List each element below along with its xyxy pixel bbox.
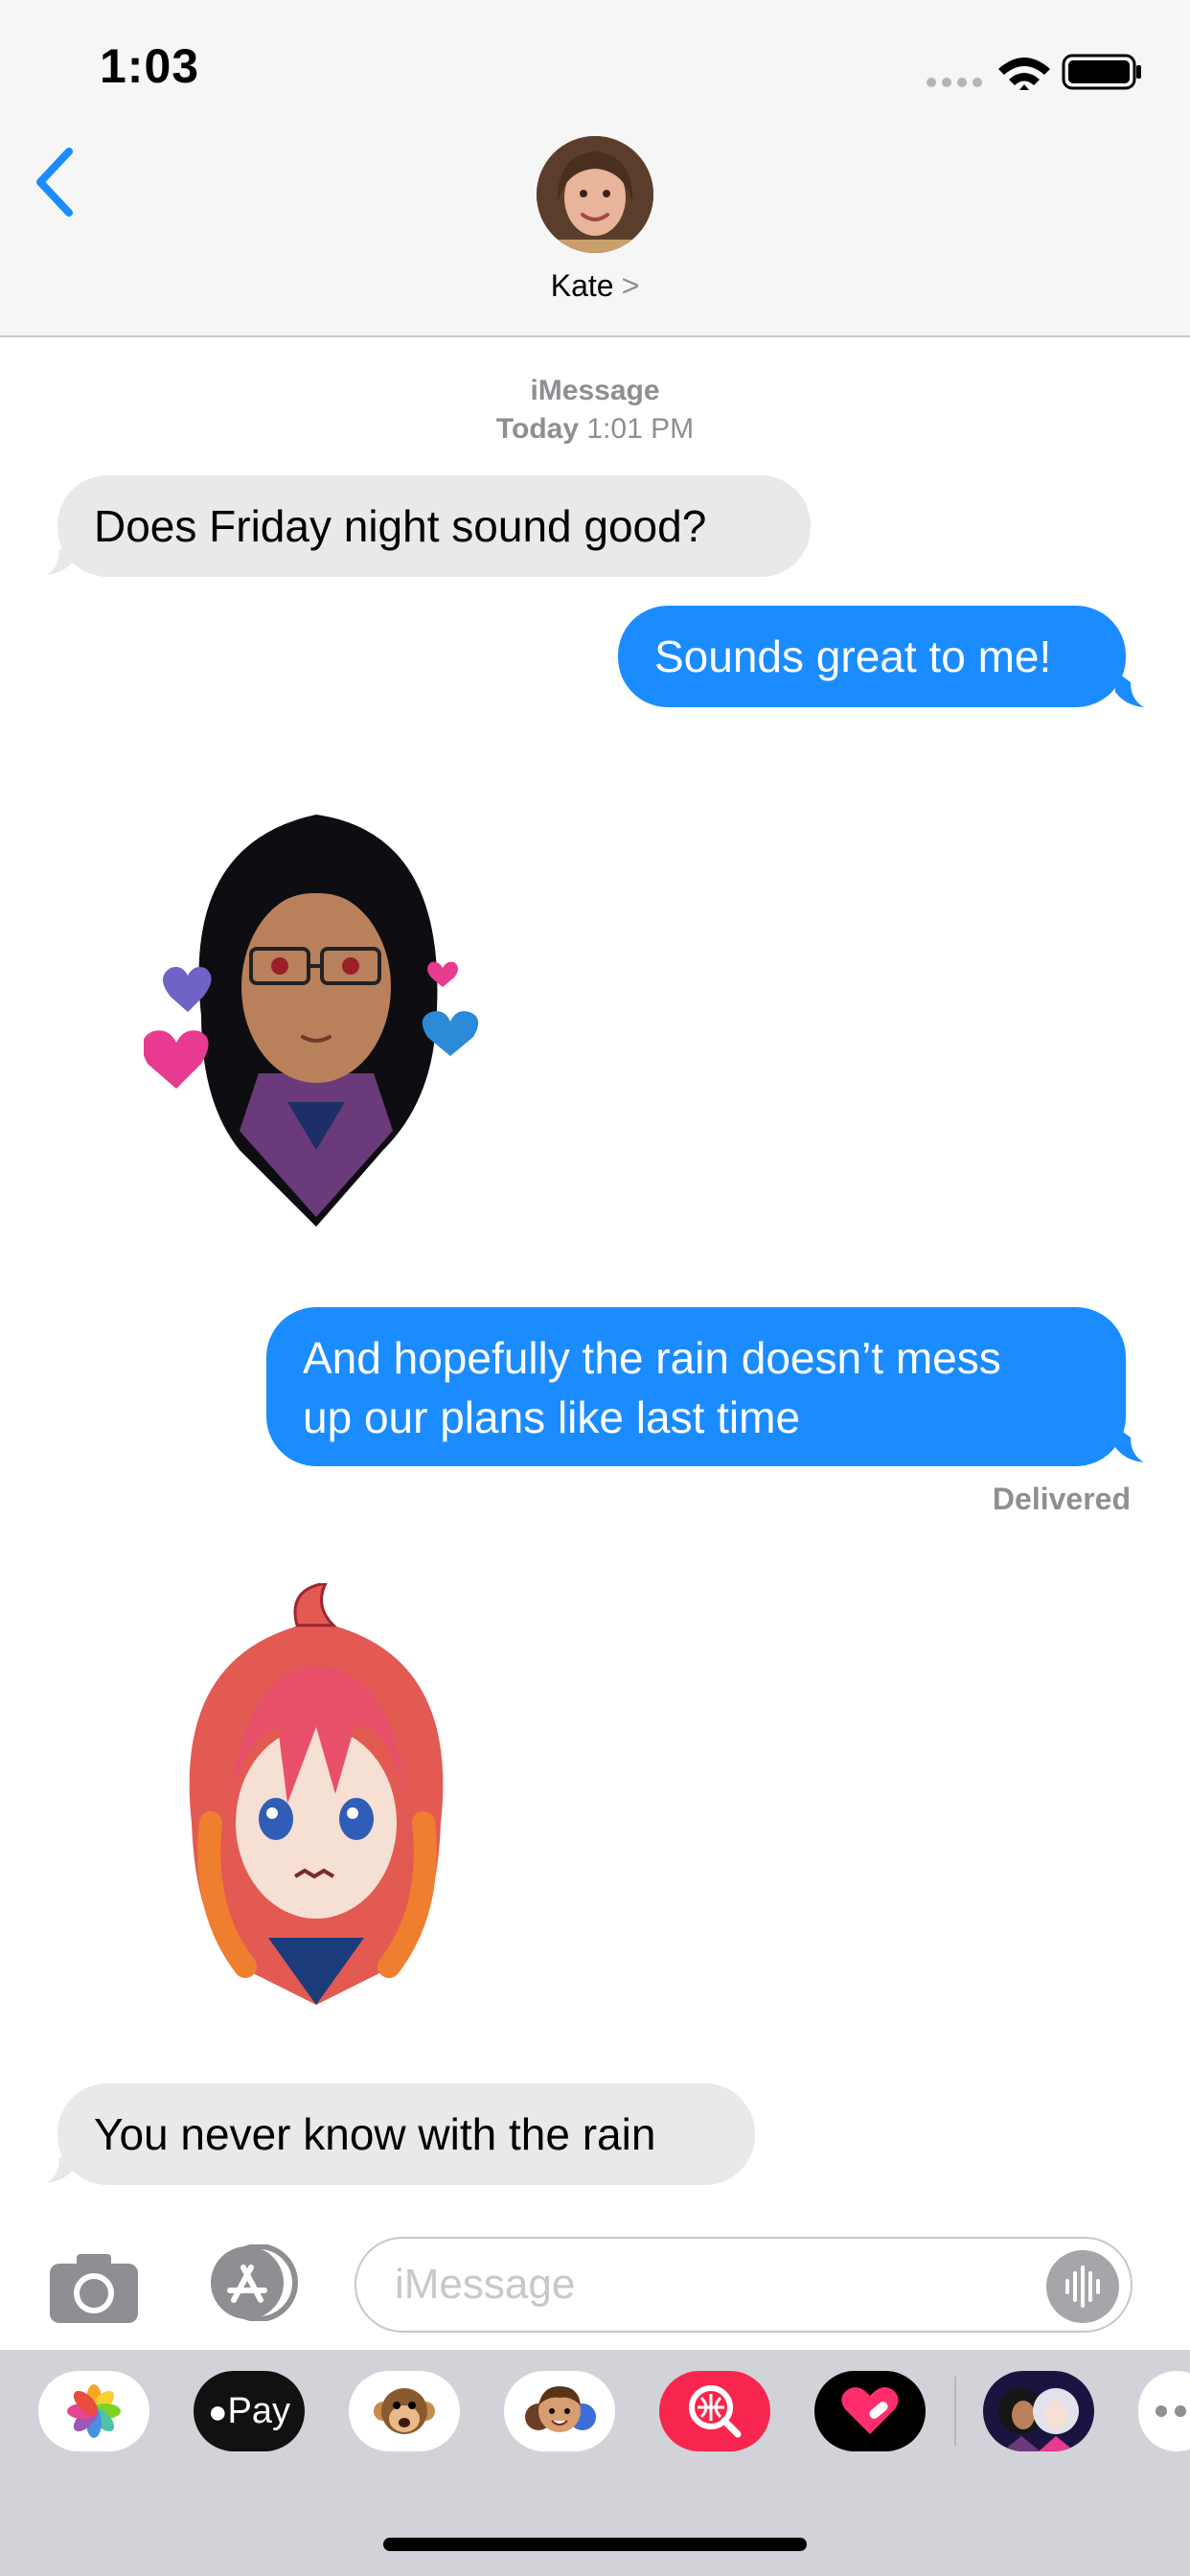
sticker-pack-icon[interactable] [983,2371,1094,2451]
contact-name-button[interactable]: Kate > [0,268,1190,304]
message-bubble-incoming[interactable]: Does Friday night sound good? [57,475,811,577]
waveform-icon [1065,2266,1100,2308]
chevron-right-icon: > [621,268,640,303]
heart-icon [144,1030,209,1089]
image-search-icon[interactable] [659,2371,770,2451]
camera-icon[interactable] [48,2252,140,2325]
message-bubble-outgoing[interactable]: Sounds great to me! [618,606,1126,707]
message-bubble-incoming[interactable]: You never know with the rain [57,2083,755,2185]
cellular-signal-icon [927,78,982,87]
navigation-header: 1:03 Kate > [0,0,1190,337]
anime-girl-red-hair-sticker[interactable] [153,1583,479,2024]
battery-icon [1062,54,1141,90]
animoji-monkey-icon[interactable] [349,2371,460,2451]
status-time: 1:03 [100,39,200,93]
message-input[interactable] [393,2260,991,2310]
audio-message-button[interactable] [1046,2250,1119,2323]
contact-name: Kate [550,268,614,303]
back-chevron-icon[interactable] [27,144,84,220]
app-store-icon[interactable] [201,2244,307,2321]
digital-touch-icon[interactable] [814,2371,926,2451]
drawer-separator [954,2377,956,2446]
message-input-field[interactable] [355,2237,1133,2333]
delivery-status: Delivered [992,1482,1131,1516]
message-bubble-outgoing[interactable]: And hopefully the rain doesn’t mess up o… [266,1307,1126,1466]
home-indicator[interactable] [383,2538,807,2551]
status-icons [927,54,1141,90]
wifi-icon [998,58,1050,90]
app-drawer: ●Pay [0,2350,1190,2576]
contact-avatar[interactable] [537,136,653,253]
thread-timestamp: Today 1:01 PM [495,413,695,445]
apple-pay-icon[interactable]: ●Pay [194,2371,305,2451]
photos-app-icon[interactable] [38,2371,149,2451]
memoji-icon[interactable] [504,2371,615,2451]
composer-bar [0,2216,1190,2350]
anime-girl-glasses-hearts-sticker[interactable] [144,786,489,1227]
thread-service-label: iMessage [530,375,660,406]
more-apps-icon[interactable] [1138,2371,1190,2451]
